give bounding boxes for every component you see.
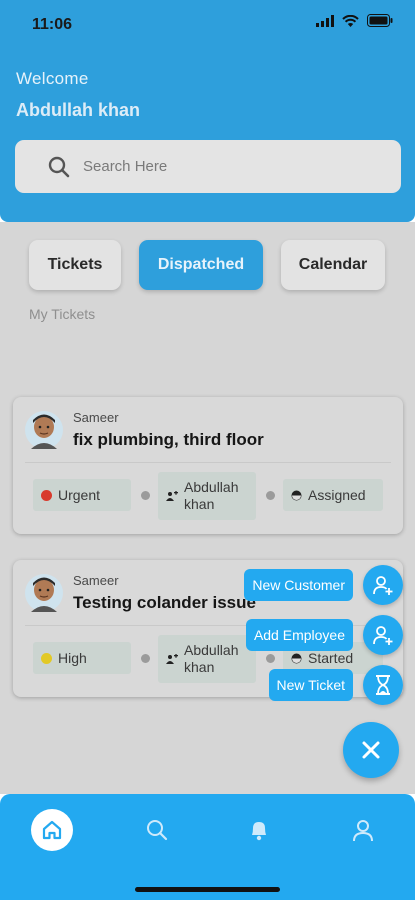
user-icon [353, 820, 373, 842]
signal-icon [316, 14, 334, 27]
search-bar[interactable] [15, 140, 401, 193]
bell-icon [252, 822, 266, 841]
assignee-name: Abdullah khan [184, 479, 239, 513]
search-icon [147, 820, 168, 841]
people-icon [166, 491, 178, 501]
hourglass-icon [376, 675, 390, 695]
search-input[interactable] [83, 148, 373, 184]
add-employee-button[interactable] [363, 615, 403, 655]
separator-dot [141, 654, 150, 663]
divider [25, 462, 391, 463]
fab-new-customer[interactable]: New Customer [244, 569, 353, 601]
assignee-name: Abdullah khan [184, 642, 239, 676]
home-indicator [135, 887, 280, 892]
status-chip: Assigned [283, 479, 383, 511]
close-fab-button[interactable] [343, 722, 399, 778]
tab-dispatched[interactable]: Dispatched [139, 240, 263, 290]
nav-home[interactable] [31, 809, 73, 851]
header: 11:06 Welcome Abdullah khan [0, 0, 415, 222]
assignee-first: Abdullah [184, 642, 239, 658]
status-icon [291, 490, 302, 501]
status-icons [316, 14, 393, 27]
status-label: Assigned [308, 487, 366, 503]
separator-dot [266, 654, 275, 663]
ticket-creator: Sameer [73, 573, 119, 588]
fab-new-ticket[interactable]: New Ticket [268, 669, 353, 701]
avatar [25, 411, 63, 449]
tab-tickets[interactable]: Tickets [29, 240, 121, 290]
wifi-icon [342, 14, 359, 27]
nav-notifications[interactable] [248, 818, 270, 847]
priority-chip: High [33, 642, 131, 674]
assignee-first: Abdullah [184, 479, 239, 495]
main-content: Tickets Dispatched Calendar My Tickets S… [0, 222, 415, 794]
priority-label: High [58, 650, 87, 666]
priority-chip: Urgent [33, 479, 131, 511]
person-add-icon [373, 576, 393, 595]
avatar [25, 574, 63, 612]
fab-label: Add Employee [245, 619, 353, 651]
bottom-nav [0, 794, 415, 900]
status-icon [291, 653, 302, 664]
ticket-card[interactable]: Sameer fix plumbing, third floor Urgent … [13, 397, 403, 534]
tab-label: Calendar [298, 256, 368, 273]
section-title: My Tickets [29, 306, 96, 322]
separator-dot [141, 491, 150, 500]
search-icon [48, 156, 70, 178]
user-name: Abdullah khan [16, 100, 141, 120]
battery-icon [367, 14, 393, 27]
fab-label: New Ticket [268, 669, 353, 701]
tab-label: Tickets [47, 256, 103, 273]
fab-label: New Customer [244, 569, 353, 601]
priority-dot-icon [41, 652, 52, 664]
status-label: Started [308, 650, 354, 666]
ticket-title: Testing colander issue [73, 593, 256, 612]
welcome-text: Welcome [16, 69, 89, 88]
tab-label: Dispatched [157, 256, 245, 273]
fab-add-employee[interactable]: Add Employee [245, 619, 353, 651]
nav-profile[interactable] [352, 818, 374, 847]
status-bar: 11:06 [0, 0, 415, 48]
people-icon [166, 654, 178, 664]
assignee-last: khan [184, 659, 215, 675]
priority-label: Urgent [58, 487, 101, 503]
home-icon [42, 820, 62, 840]
assignee-chip: Abdullah khan [158, 635, 256, 683]
assignee-chip: Abdullah khan [158, 472, 256, 520]
status-time: 11:06 [32, 16, 73, 33]
tab-calendar[interactable]: Calendar [281, 240, 385, 290]
close-icon [362, 741, 380, 759]
new-ticket-button[interactable] [363, 665, 403, 705]
nav-search[interactable] [145, 818, 169, 847]
assignee-last: khan [184, 496, 215, 512]
separator-dot [266, 491, 275, 500]
new-customer-button[interactable] [363, 565, 403, 605]
ticket-title: fix plumbing, third floor [73, 430, 264, 449]
person-add-icon [373, 626, 393, 645]
priority-dot-icon [41, 489, 52, 501]
ticket-creator: Sameer [73, 410, 119, 425]
